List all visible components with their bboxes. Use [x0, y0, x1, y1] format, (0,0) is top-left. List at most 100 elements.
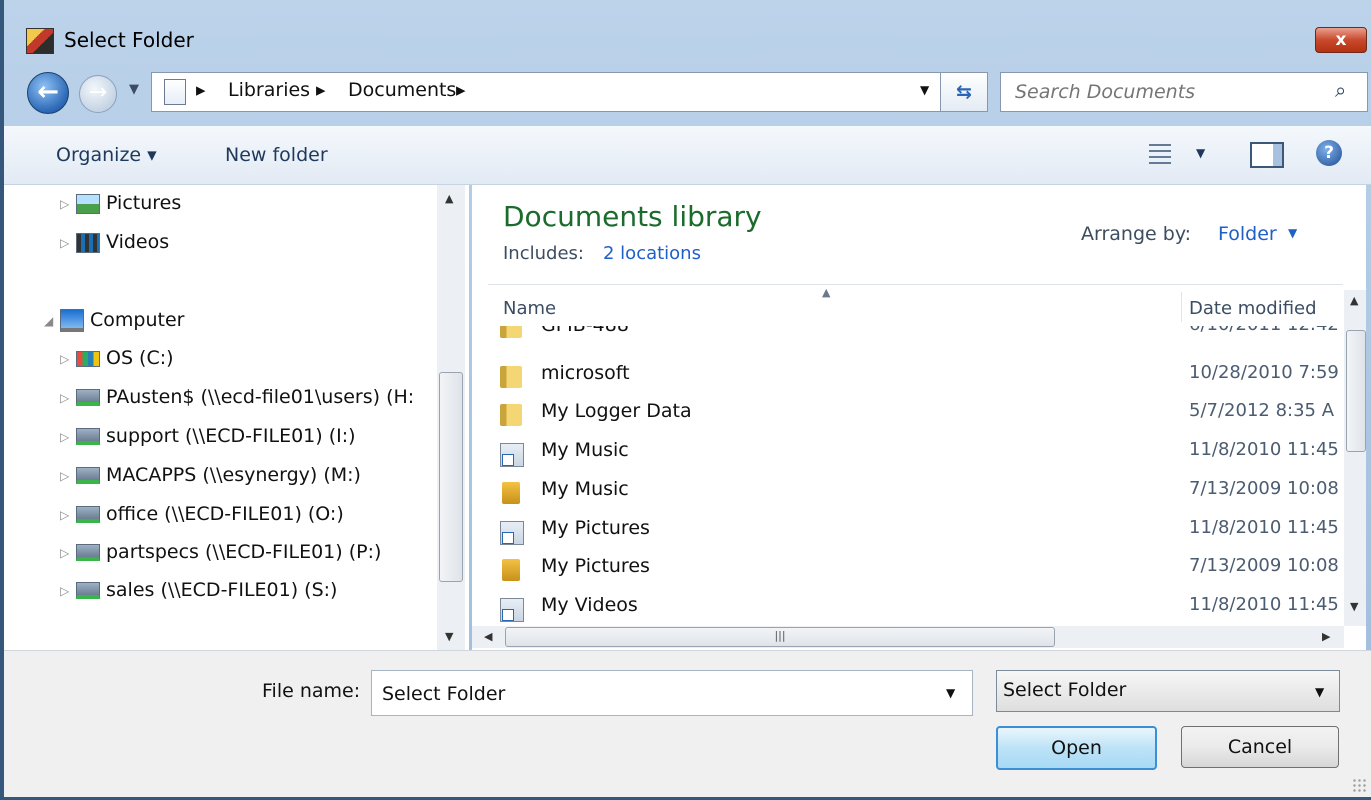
- expand-icon[interactable]: ▷: [60, 236, 74, 250]
- tree-item-label: partspecs (\\ECD-FILE01) (P:): [106, 541, 382, 563]
- document-icon: [164, 79, 186, 105]
- preview-pane-icon[interactable]: [1250, 142, 1284, 168]
- cancel-button[interactable]: Cancel: [1181, 726, 1339, 768]
- locked-folder-icon: [502, 559, 520, 581]
- tree-item-macapps-drive[interactable]: ▷ MACAPPS (\\esynergy) (M:): [60, 464, 361, 492]
- arrange-by-dropdown[interactable]: Folder: [1218, 223, 1277, 245]
- scroll-up-icon[interactable]: ▲: [1350, 294, 1358, 307]
- file-name-input[interactable]: [380, 681, 924, 707]
- breadcrumb-libraries[interactable]: Libraries: [228, 79, 310, 101]
- file-row[interactable]: GPIB-488 6/10/2011 12:42: [500, 326, 1344, 344]
- expand-icon[interactable]: ▷: [60, 197, 74, 211]
- divider: [488, 284, 1343, 285]
- file-name-field[interactable]: [371, 670, 973, 716]
- organize-button[interactable]: Organize ▾: [56, 144, 157, 166]
- file-row[interactable]: My Music 11/8/2010 11:45: [500, 439, 1344, 469]
- column-header-name[interactable]: Name: [503, 298, 556, 319]
- file-row[interactable]: microsoft 10/28/2010 7:59: [500, 362, 1344, 392]
- folder-icon: [500, 404, 522, 426]
- scroll-up-icon[interactable]: ▲: [445, 192, 453, 205]
- back-arrow-icon: ←: [37, 77, 59, 107]
- network-drive-icon: [76, 582, 100, 599]
- file-name: My Pictures: [541, 517, 650, 539]
- tree-item-videos[interactable]: ▷ Videos: [60, 231, 169, 259]
- column-divider[interactable]: [1181, 292, 1182, 322]
- network-drive-icon: [76, 428, 100, 445]
- file-date: 5/7/2012 8:35 A: [1189, 400, 1335, 421]
- file-row[interactable]: My Videos 11/8/2010 11:45: [500, 594, 1344, 624]
- sort-ascending-icon: ▲: [822, 286, 831, 299]
- file-row[interactable]: My Pictures 7/13/2009 10:08: [500, 555, 1344, 585]
- file-name-label: File name:: [262, 680, 361, 702]
- expand-icon[interactable]: ▷: [60, 391, 74, 405]
- search-input[interactable]: [1013, 79, 1317, 105]
- tree-item-office-drive[interactable]: ▷ office (\\ECD-FILE01) (O:): [60, 503, 344, 531]
- scroll-down-icon[interactable]: ▼: [1350, 600, 1358, 613]
- view-dropdown-icon[interactable]: ▼: [1196, 146, 1205, 160]
- scroll-left-icon[interactable]: ◀: [484, 630, 492, 643]
- file-name-dropdown-icon[interactable]: ▼: [946, 686, 955, 700]
- expand-icon[interactable]: ▷: [60, 430, 74, 444]
- recent-pages-dropdown-icon[interactable]: ▼: [129, 82, 139, 97]
- shortcut-icon: [500, 443, 524, 467]
- breadcrumb-separator[interactable]: ▸: [316, 79, 326, 101]
- file-row[interactable]: My Music 7/13/2009 10:08: [500, 478, 1344, 508]
- expand-icon[interactable]: ▷: [60, 352, 74, 366]
- file-date: 11/8/2010 11:45: [1189, 594, 1339, 615]
- file-type-select[interactable]: Select Folder ▼: [996, 670, 1340, 712]
- expand-icon[interactable]: ▷: [60, 584, 74, 598]
- tree-item-os-drive[interactable]: ▷ OS (C:): [60, 347, 174, 375]
- shortcut-icon: [500, 521, 524, 545]
- file-row[interactable]: My Logger Data 5/7/2012 8:35 A: [500, 400, 1344, 430]
- search-icon[interactable]: ⌕: [1335, 78, 1346, 102]
- file-list-horizontal-scroll-thumb[interactable]: |||: [505, 627, 1055, 647]
- tree-item-computer[interactable]: ◢ Computer: [44, 309, 184, 337]
- file-name: My Logger Data: [541, 400, 692, 422]
- tree-item-label: OS (C:): [106, 347, 174, 369]
- resize-grip-icon[interactable]: [1352, 778, 1366, 792]
- forward-button[interactable]: →: [79, 75, 117, 113]
- tree-item-pausten-drive[interactable]: ▷ PAusten$ (\\ecd-file01\users) (H:: [60, 386, 452, 414]
- breadcrumb-documents[interactable]: Documents: [348, 79, 456, 101]
- search-box[interactable]: ⌕: [1000, 72, 1368, 112]
- expand-icon[interactable]: ▷: [60, 508, 74, 522]
- tree-item-sales-drive[interactable]: ▷ sales (\\ECD-FILE01) (S:): [60, 579, 337, 607]
- expand-icon[interactable]: ▷: [60, 469, 74, 483]
- file-list-vertical-scroll-thumb[interactable]: [1346, 330, 1366, 452]
- tree-item-pictures[interactable]: ▷ Pictures: [60, 192, 181, 220]
- refresh-button[interactable]: ⇆: [940, 72, 988, 112]
- column-header-date[interactable]: Date modified: [1189, 298, 1339, 319]
- tree-item-label: support (\\ECD-FILE01) (I:): [106, 425, 356, 447]
- breadcrumb-separator[interactable]: ▸: [456, 79, 466, 101]
- tree-item-label: office (\\ECD-FILE01) (O:): [106, 503, 344, 525]
- new-folder-button[interactable]: New folder: [225, 144, 328, 166]
- tree-item-support-drive[interactable]: ▷ support (\\ECD-FILE01) (I:): [60, 425, 356, 453]
- address-dropdown-icon[interactable]: ▼: [920, 83, 929, 97]
- scroll-down-icon[interactable]: ▼: [445, 630, 453, 643]
- collapse-icon[interactable]: ◢: [44, 314, 58, 328]
- expand-icon[interactable]: ▷: [60, 546, 74, 560]
- tree-item-partspecs-drive[interactable]: ▷ partspecs (\\ECD-FILE01) (P:): [60, 541, 381, 569]
- file-row[interactable]: My Pictures 11/8/2010 11:45: [500, 517, 1344, 547]
- title-bar[interactable]: [0, 0, 1371, 56]
- back-button[interactable]: ←: [27, 72, 69, 114]
- breadcrumb-separator[interactable]: ▸: [196, 79, 206, 101]
- file-name: My Videos: [541, 594, 638, 616]
- arrange-dropdown-icon[interactable]: ▼: [1288, 226, 1297, 240]
- locations-link[interactable]: 2 locations: [603, 243, 701, 264]
- file-type-value: Select Folder: [1003, 679, 1127, 701]
- scroll-right-icon[interactable]: ▶: [1322, 630, 1330, 643]
- window-title: Select Folder: [64, 28, 194, 52]
- view-options-icon[interactable]: [1149, 144, 1171, 164]
- command-bar: Organize ▾ New folder ▼ ?: [4, 126, 1371, 185]
- tree-item-label: PAusten$ (\\ecd-file01\users) (H:: [106, 386, 415, 408]
- tree-item-label: Computer: [90, 309, 185, 331]
- file-name: My Pictures: [541, 555, 650, 577]
- open-button[interactable]: Open: [996, 726, 1157, 770]
- close-button[interactable]: x: [1315, 27, 1367, 53]
- address-bar[interactable]: ▸ Libraries ▸ Documents ▸: [151, 72, 967, 112]
- help-icon[interactable]: ?: [1316, 140, 1342, 166]
- nav-pane-scroll-thumb[interactable]: [439, 372, 463, 582]
- file-date: 11/8/2010 11:45: [1189, 439, 1339, 460]
- library-title: Documents library: [503, 200, 762, 233]
